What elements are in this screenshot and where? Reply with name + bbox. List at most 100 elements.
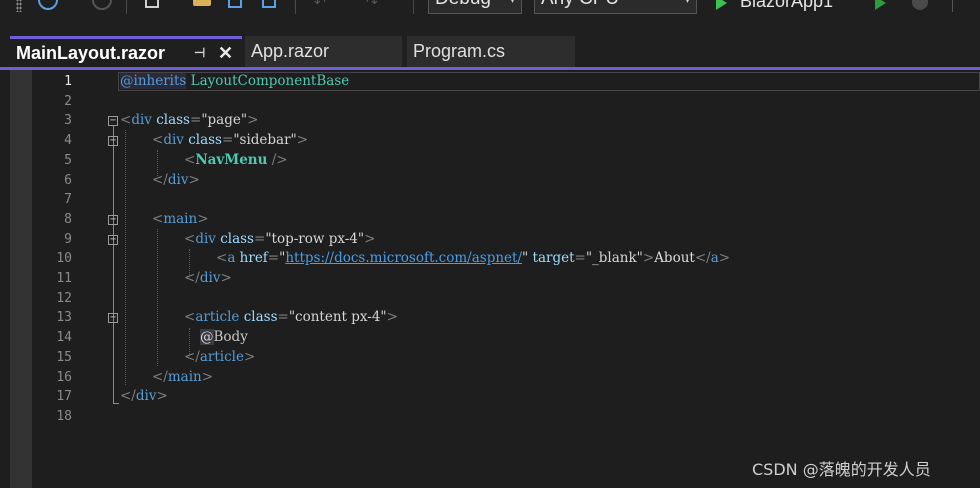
document-tab-strip: MainLayout.razor ⊣ ✕ App.razor Program.c…: [0, 18, 980, 70]
code-line[interactable]: 6 </div>: [0, 171, 980, 191]
attr-name: class: [156, 112, 190, 129]
line-number: 6: [64, 172, 72, 188]
attr-name: href: [239, 250, 268, 267]
line-number: 15: [56, 349, 72, 365]
toolbar-separator: [413, 0, 414, 14]
close-icon[interactable]: ✕: [218, 39, 233, 67]
toolbar-separator: [952, 0, 953, 12]
line-number: 9: [64, 231, 72, 247]
line-number: 11: [56, 271, 72, 286]
code-line[interactable]: 18: [0, 407, 980, 427]
run-target-label[interactable]: BlazorApp1: [740, 0, 833, 10]
platform-dropdown[interactable]: Any CPU ▾: [534, 0, 697, 14]
code-line[interactable]: 13 − <article class="content px-4">: [0, 308, 980, 328]
pin-icon[interactable]: ⊣: [194, 39, 205, 67]
attr-value: "content px-4": [288, 309, 387, 326]
tag-name: main: [163, 210, 198, 227]
attr-value: "top-row px-4": [265, 230, 365, 247]
start-without-debugging-icon[interactable]: [875, 0, 886, 10]
tag-name: div: [131, 112, 152, 129]
code-line[interactable]: 17 </div>: [0, 387, 980, 407]
razor-transition: @: [200, 329, 214, 346]
attr-name: class: [243, 309, 278, 326]
tag-name: article: [195, 309, 240, 326]
tab-label: Program.cs: [413, 41, 506, 61]
line-number: 12: [56, 290, 72, 306]
save-icon[interactable]: [228, 0, 242, 8]
grip-icon[interactable]: [16, 0, 22, 12]
tag-name: a: [710, 250, 719, 267]
start-debugging-icon[interactable]: [716, 0, 727, 10]
watermark: CSDN @落魄的开发人员: [752, 460, 931, 479]
tag-name: div: [199, 270, 221, 286]
tag-name: div: [195, 230, 216, 247]
save-all-icon[interactable]: [262, 0, 276, 8]
record-icon[interactable]: [912, 0, 928, 10]
redo-icon[interactable]: ↷: [366, 0, 378, 10]
code-line[interactable]: 10 <a href="https://docs.microsoft.com/a…: [0, 249, 980, 269]
tag-name: main: [167, 368, 202, 385]
attr-value: "sidebar": [233, 132, 297, 149]
type-name: LayoutComponentBase: [190, 73, 350, 89]
line-number: 3: [64, 113, 72, 129]
attr-name: class: [188, 132, 222, 149]
toolbar-separator: [126, 0, 127, 14]
line-number: 10: [56, 251, 72, 267]
line-number: 8: [64, 211, 72, 227]
code-line[interactable]: 4 − <div class="sidebar">: [0, 131, 980, 151]
component-name: NavMenu: [195, 151, 268, 168]
navigate-forward-icon[interactable]: [92, 0, 112, 10]
attr-value: "_blank": [585, 250, 643, 267]
undo-icon[interactable]: ↶: [314, 0, 326, 10]
tab-mainlayout-razor[interactable]: MainLayout.razor ⊣ ✕: [10, 36, 242, 67]
url-link[interactable]: https://docs.microsoft.com/aspnet/: [285, 250, 522, 266]
line-number: 1: [64, 74, 72, 89]
tag-name: div: [135, 388, 157, 405]
code-line[interactable]: 3 − <div class="page">: [0, 111, 980, 131]
collapse-icon[interactable]: −: [108, 214, 118, 225]
line-number: 14: [56, 330, 72, 346]
code-line[interactable]: 9 − <div class="top-row px-4">: [0, 230, 980, 250]
tag-name: div: [163, 132, 184, 149]
line-number: 5: [64, 152, 72, 168]
line-number: 16: [56, 369, 72, 385]
code-line[interactable]: 2: [0, 92, 980, 112]
tag-name: a: [227, 250, 236, 267]
line-number: 18: [56, 408, 72, 424]
toolbar: ↶ ↷ Debug ▾ Any CPU ▾ BlazorApp1: [0, 0, 980, 18]
chevron-down-icon: ▾: [684, 0, 690, 6]
line-number: 17: [56, 389, 72, 405]
attr-name: target: [532, 250, 575, 267]
code-line[interactable]: 14 @Body: [0, 328, 980, 348]
tab-program-cs[interactable]: Program.cs: [407, 36, 575, 67]
code-line[interactable]: 1 @inherits LayoutComponentBase: [0, 72, 980, 92]
tag-name: div: [167, 171, 189, 188]
text-content: About: [654, 250, 695, 267]
line-number: 13: [56, 310, 72, 326]
code-line[interactable]: 12: [0, 289, 980, 309]
line-number: 2: [64, 93, 72, 109]
navigate-back-icon[interactable]: [38, 0, 58, 10]
razor-expression: Body: [213, 329, 248, 346]
attr-name: class: [220, 230, 254, 247]
collapse-icon[interactable]: −: [108, 234, 118, 245]
code-line[interactable]: 7: [0, 190, 980, 210]
configuration-dropdown[interactable]: Debug ▾: [428, 0, 522, 14]
open-folder-icon[interactable]: [193, 0, 211, 6]
new-item-icon[interactable]: [145, 0, 159, 8]
code-line[interactable]: 11 </div>: [0, 269, 980, 289]
code-line[interactable]: 8 − <main>: [0, 210, 980, 230]
collapse-icon[interactable]: −: [108, 116, 118, 127]
code-line[interactable]: 15 </article>: [0, 348, 980, 368]
tab-label: App.razor: [251, 41, 330, 61]
code-line[interactable]: 16 </main>: [0, 368, 980, 388]
razor-directive: @inherits: [120, 73, 187, 89]
collapse-icon[interactable]: −: [108, 136, 118, 147]
tab-app-razor[interactable]: App.razor: [245, 36, 402, 67]
code-editor[interactable]: 1 @inherits LayoutComponentBase 2 3 − <d…: [0, 70, 980, 488]
collapse-icon[interactable]: −: [108, 313, 118, 324]
toolbar-separator: [295, 0, 296, 14]
platform-value: Any CPU: [541, 0, 619, 9]
line-number: 7: [64, 192, 72, 208]
code-line[interactable]: 5 <NavMenu />: [0, 151, 980, 171]
